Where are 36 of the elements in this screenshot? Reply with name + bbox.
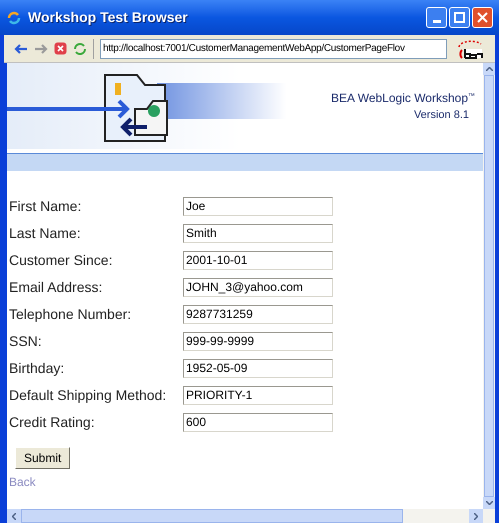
field-label: Birthday: <box>9 358 66 378</box>
field-label: Email Address: <box>9 278 104 296</box>
text-field[interactable]: PRIORITY-1 <box>183 386 333 404</box>
maximize-icon <box>454 12 465 23</box>
field-label: Telephone Number: <box>9 304 132 324</box>
text-field[interactable]: 600 <box>183 412 333 432</box>
vertical-scrollbar[interactable] <box>483 63 495 509</box>
minimize-icon <box>432 20 440 23</box>
product-title: BEA WebLogic Workshop$^{™}$ <box>331 90 475 107</box>
address-field[interactable]: http://localhost:7001/CustomerManagementWebApp/CustomerPageFlov <box>100 38 447 58</box>
maximize-button[interactable] <box>449 7 470 28</box>
field-label: Default Shipping Method: <box>9 386 168 405</box>
text-field[interactable]: 2001-10-01 <box>183 250 333 270</box>
field-label: Last Name: <box>9 224 82 242</box>
submit-button[interactable]: Submit <box>15 447 70 469</box>
forward-arrow-icon[interactable] <box>34 44 48 54</box>
stop-icon[interactable] <box>54 42 67 55</box>
window-title: Workshop Test Browser <box>28 8 188 27</box>
text-field[interactable]: 999-99-9999 <box>183 332 333 350</box>
field-label: First Name: <box>9 196 82 216</box>
field-label: Customer Since: <box>9 250 114 270</box>
close-icon <box>477 12 488 23</box>
field-label: SSN: <box>9 332 43 350</box>
text-field[interactable]: Joe <box>183 196 333 216</box>
refresh-icon <box>6 10 22 26</box>
minimize-button[interactable] <box>426 7 447 28</box>
text-field[interactable]: 9287731259 <box>183 304 333 324</box>
text-field[interactable]: Smith <box>183 224 333 242</box>
close-button[interactable] <box>472 7 493 28</box>
text-field[interactable]: 1952-05-09 <box>183 358 333 378</box>
text-field[interactable]: JOHN_3@yahoo.com <box>183 278 333 296</box>
version-label: Version 8.1 <box>414 108 469 123</box>
horizontal-scrollbar[interactable] <box>4 509 495 523</box>
field-label: Credit Rating: <box>9 412 96 432</box>
refresh-icon[interactable] <box>73 42 87 56</box>
back-arrow-icon[interactable] <box>14 44 28 54</box>
